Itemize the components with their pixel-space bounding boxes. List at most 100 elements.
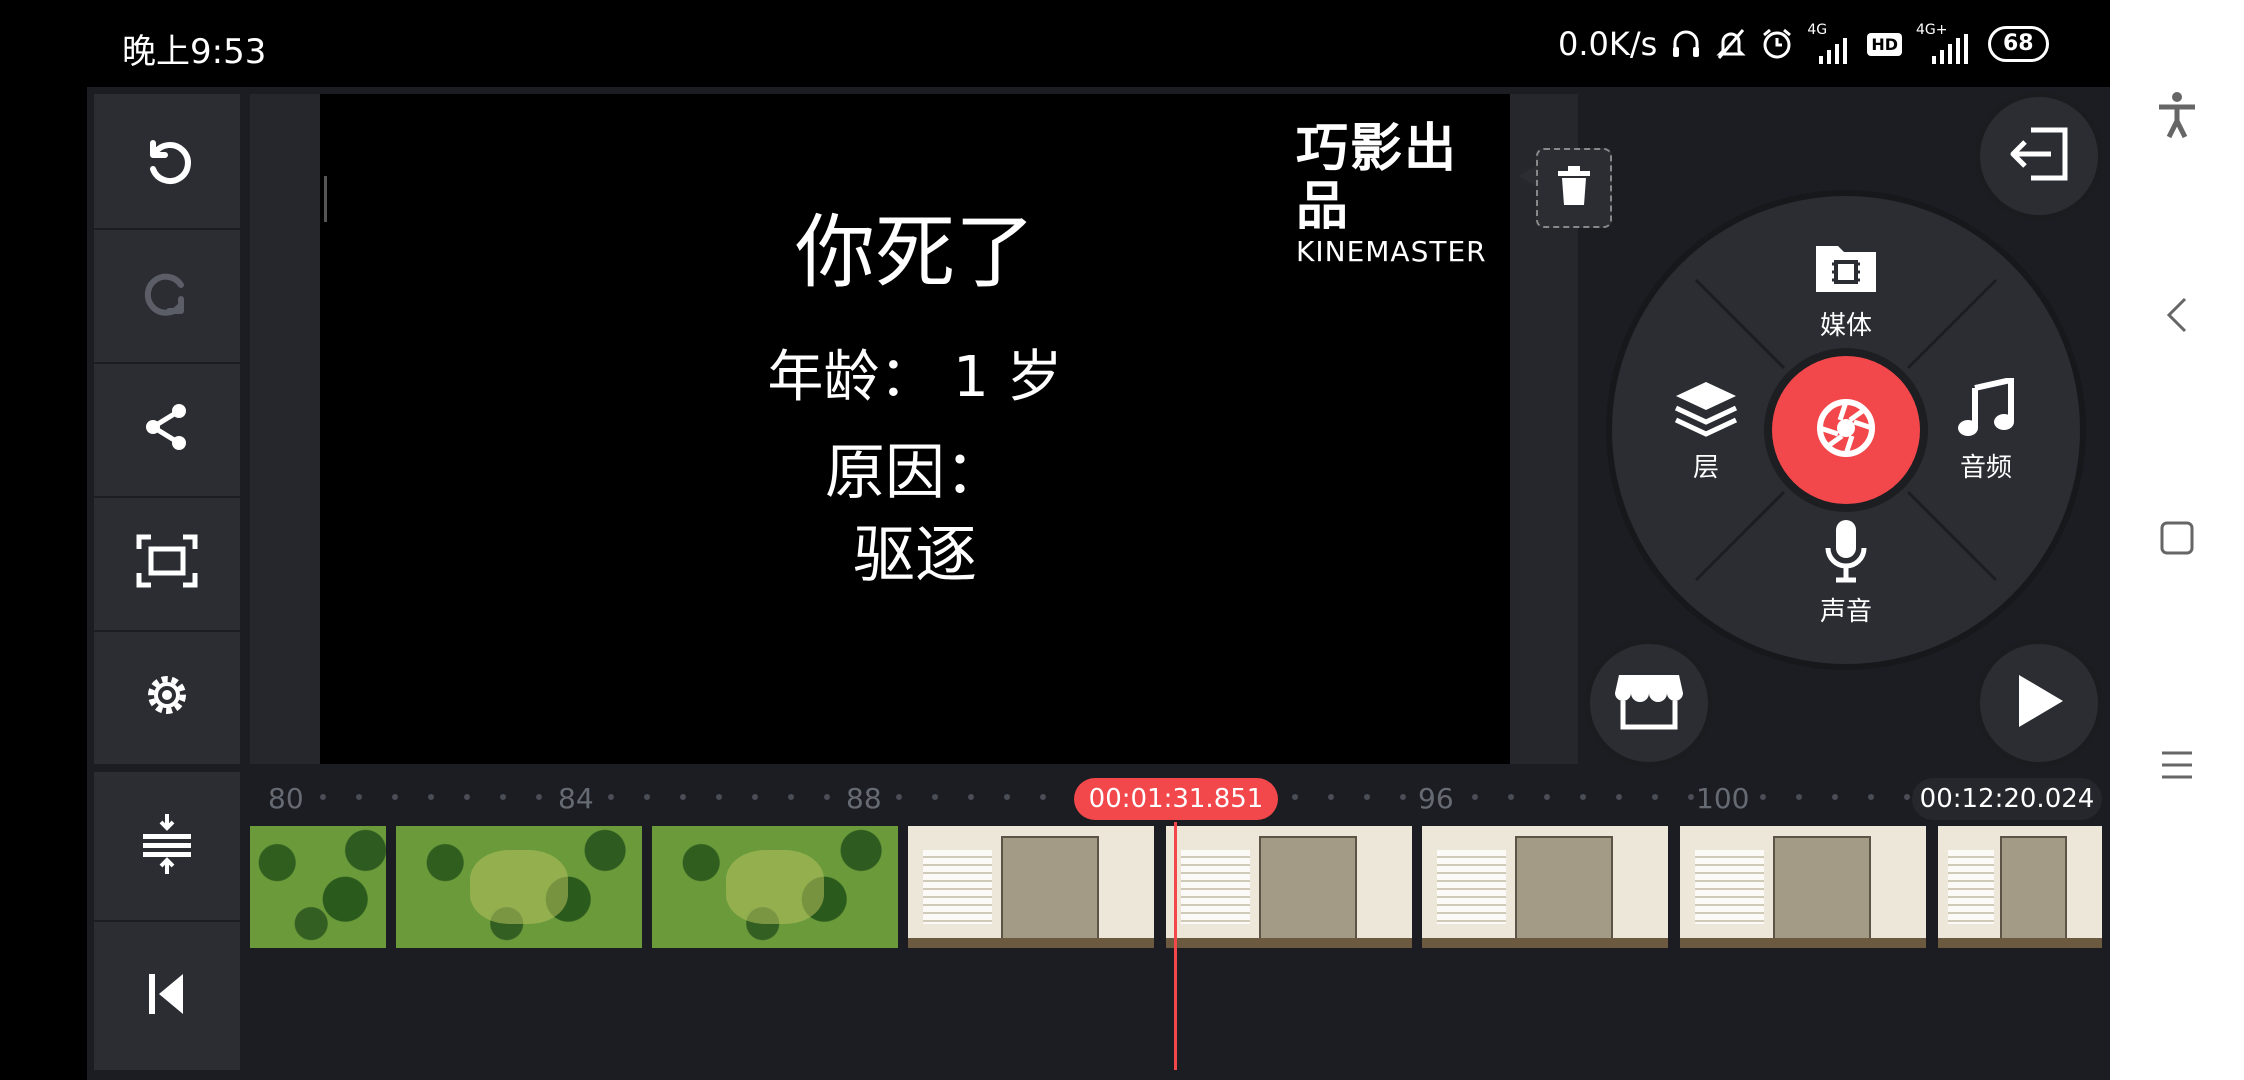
audio-button[interactable]: 音频 (1944, 376, 2028, 484)
music-note-icon (1957, 376, 2015, 447)
ruler-dot (1544, 794, 1550, 800)
home-icon (2160, 521, 2194, 559)
recents-button[interactable] (2150, 740, 2204, 794)
layers-icon (1672, 378, 1740, 447)
play-icon (2011, 671, 2067, 735)
tick-label: 80 (268, 782, 304, 815)
timeline-clip[interactable] (1422, 826, 1668, 948)
preview-reason-value: 驱逐 (852, 518, 977, 591)
ruler-dot (1400, 794, 1406, 800)
logo-top-text: 巧影出品 (1296, 119, 1459, 237)
ruler-dot (1292, 794, 1298, 800)
battery-indicator: 68 (1988, 26, 2049, 62)
ruler-dot (1580, 794, 1586, 800)
playhead[interactable] (1174, 822, 1177, 1070)
ruler-dot (896, 794, 902, 800)
network-speed: 0.0K/s (1558, 25, 1658, 63)
ruler-dot (356, 794, 362, 800)
back-icon (2165, 295, 2189, 339)
ruler-dot (932, 794, 938, 800)
accessibility-button[interactable] (2150, 90, 2204, 144)
ruler-dot (716, 794, 722, 800)
timeline-clip[interactable] (250, 826, 386, 948)
media-label: 媒体 (1819, 311, 1872, 341)
left-toolbar (94, 94, 240, 764)
ruler-dot (1868, 794, 1874, 800)
trash-pointer (1518, 166, 1536, 186)
trash-icon (1556, 165, 1592, 211)
signal-icon: 4G (1807, 22, 1853, 64)
ruler-dot (1364, 794, 1370, 800)
timeline-clip[interactable] (1938, 826, 2102, 948)
camera-shutter-icon (1814, 396, 1878, 464)
redo-icon (137, 263, 197, 327)
expand-timeline-button[interactable] (94, 772, 240, 922)
ruler-dot (1760, 794, 1766, 800)
ruler-dot (1616, 794, 1622, 800)
skip-to-start-icon (145, 970, 189, 1022)
voice-button[interactable]: 声音 (1804, 518, 1888, 628)
hd-icon: HD (1867, 32, 1902, 56)
settings-button[interactable] (94, 630, 240, 764)
layer-button[interactable]: 层 (1666, 378, 1746, 484)
timeline-clip[interactable] (1166, 826, 1412, 948)
expand-timeline-icon (137, 812, 197, 880)
audio-label: 音频 (1959, 453, 2012, 483)
tick-label: 84 (558, 782, 594, 815)
timeline-clip[interactable] (908, 826, 1154, 948)
play-button[interactable] (1980, 644, 2098, 762)
timeline-clip[interactable] (1680, 826, 1926, 948)
total-duration-badge: 00:12:20.024 (1912, 778, 2102, 820)
timeline-clip[interactable] (652, 826, 898, 948)
current-time-badge[interactable]: 00:01:31.851 (1074, 778, 1278, 820)
layer-label: 层 (1692, 453, 1719, 483)
media-button[interactable]: 媒体 (1804, 238, 1888, 342)
undo-button[interactable] (94, 94, 240, 230)
settings-icon (139, 667, 195, 727)
timeline-clip[interactable] (396, 826, 642, 948)
ruler-dot (1328, 794, 1334, 800)
status-time: 晚上9:53 (122, 32, 267, 72)
ruler-dot (1832, 794, 1838, 800)
timeline-toolbar (94, 772, 240, 1070)
share-button[interactable] (94, 362, 240, 498)
share-icon (139, 399, 195, 459)
ruler-dot (752, 794, 758, 800)
text-cursor (324, 176, 327, 222)
tick-label: 88 (846, 782, 882, 815)
asset-store-button[interactable] (1590, 644, 1708, 762)
kinemaster-logo: 巧影出品 KINEMASTER (1296, 120, 1486, 268)
ruler-dot (1472, 794, 1478, 800)
headphones-icon (1671, 27, 1701, 61)
ruler-dot (680, 794, 686, 800)
redo-button[interactable] (94, 228, 240, 364)
media-folder-icon (1814, 238, 1878, 301)
home-button[interactable] (2150, 513, 2204, 567)
ruler-dot (608, 794, 614, 800)
ruler-dot (1508, 794, 1514, 800)
ruler-dot (788, 794, 794, 800)
record-button[interactable] (1772, 356, 1920, 504)
fullscreen-icon (135, 533, 199, 593)
ruler-dot (536, 794, 542, 800)
store-icon (1613, 671, 1685, 735)
logo-bottom-text: KINEMASTER (1296, 235, 1487, 268)
tick-label: 96 (1418, 782, 1454, 815)
preview-age: 年龄： 1 岁 (767, 345, 1063, 410)
status-icons: 0.0K/s 4G HD 4G+ 68 (1558, 22, 2049, 66)
ruler-dot (1796, 794, 1802, 800)
skip-to-start-button[interactable] (94, 922, 240, 1070)
signal2-icon: 4G+ (1916, 22, 1974, 64)
preview-reason-label: 原因： (825, 438, 1005, 508)
ruler-dot (428, 794, 434, 800)
ruler-dot (1040, 794, 1046, 800)
microphone-icon (1822, 518, 1870, 591)
back-button[interactable] (2150, 290, 2204, 344)
ruler-dot (320, 794, 326, 800)
ruler-dot (392, 794, 398, 800)
alarm-icon (1761, 27, 1793, 61)
fullscreen-button[interactable] (94, 496, 240, 632)
delete-button[interactable] (1536, 148, 1612, 228)
tick-label: 100 (1696, 782, 1750, 815)
ruler-dot (1652, 794, 1658, 800)
